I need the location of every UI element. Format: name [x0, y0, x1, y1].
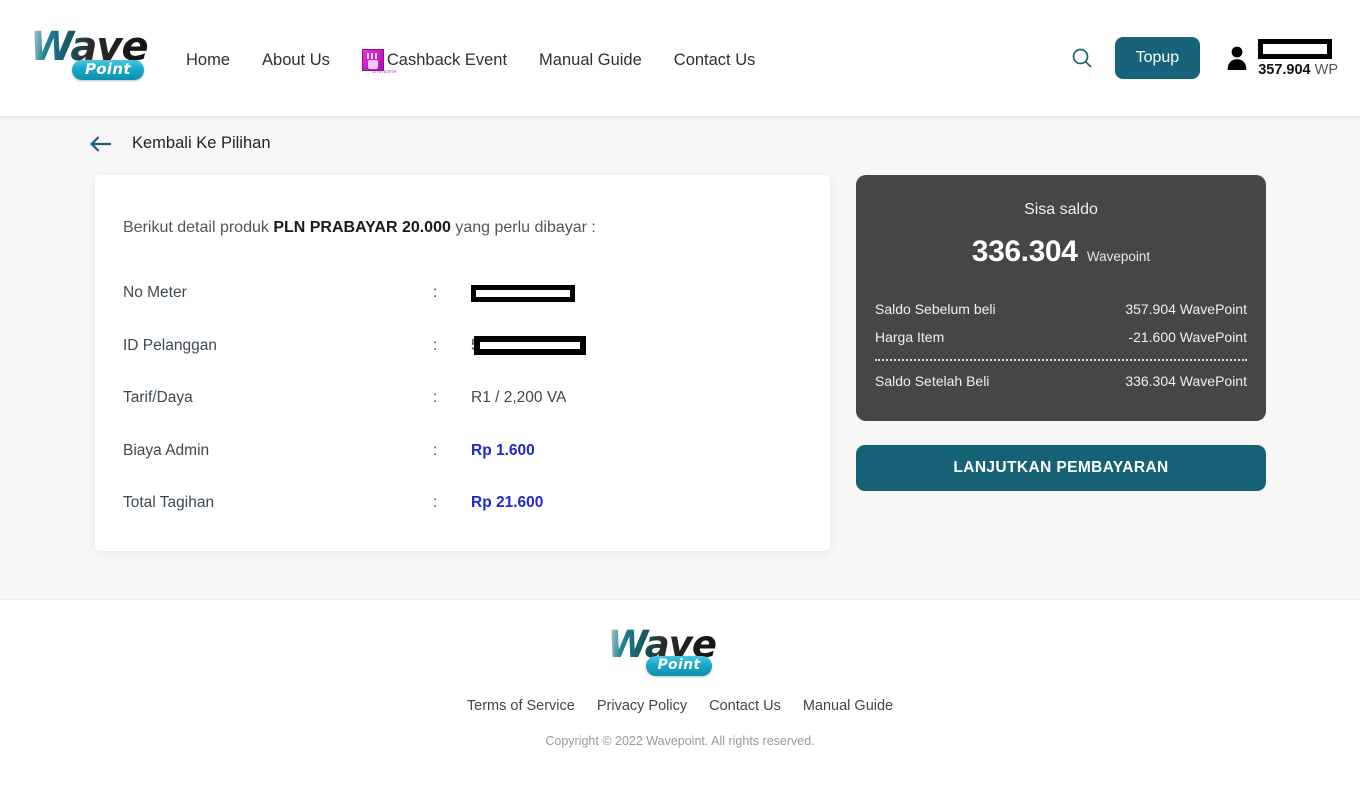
detail-value: Rp 1.600: [471, 441, 535, 459]
saldo-amount: 336.304: [971, 235, 1078, 268]
footer-logo[interactable]: Wave Point: [608, 626, 717, 682]
saldo-unit: Wavepoint: [1086, 249, 1151, 264]
detail-value: R1 / 2,200 VA: [471, 389, 567, 407]
product-detail-card: Berikut detail produk PLN PRABAYAR 20.00…: [95, 175, 830, 551]
saldo-row-value: -21.600 WavePoint: [1128, 329, 1247, 345]
detail-value: [471, 284, 575, 302]
summary-column: Sisa saldo 336.304 Wavepoint Saldo Sebel…: [856, 175, 1266, 551]
cashback-gif-icon: [361, 49, 384, 71]
detail-intro-suffix: yang perlu dibayar :: [450, 219, 596, 236]
footer-links: Terms of Service Privacy Policy Contact …: [467, 698, 893, 714]
logo-point-badge: Point: [72, 60, 144, 80]
footer-link-terms-of-service[interactable]: Terms of Service: [467, 698, 575, 714]
id-pelanggan-redaction-bar: [473, 336, 586, 356]
copyright-text: Copyright © 2022 Wavepoint. All rights r…: [545, 734, 815, 748]
saldo-row-label: Harga Item: [875, 329, 945, 345]
nav-label: Cashback Event: [386, 50, 508, 69]
continue-payment-button[interactable]: LANJUTKAN PEMBAYARAN: [856, 445, 1266, 491]
saldo-dotted-divider: [875, 359, 1247, 361]
nav-item-manual-guide[interactable]: Manual Guide: [539, 51, 642, 70]
main-content: Kembali Ke Pilihan Berikut detail produk…: [0, 116, 1360, 599]
footer-link-privacy-policy[interactable]: Privacy Policy: [597, 698, 687, 714]
header-actions: Topup 357.904 WP: [1063, 37, 1360, 79]
detail-row-no-meter: No Meter :: [123, 267, 830, 320]
detail-colon: :: [433, 389, 438, 407]
saldo-title: Sisa saldo: [1024, 201, 1098, 218]
detail-key: Tarif/Daya: [123, 389, 193, 407]
search-icon: [1072, 48, 1091, 68]
logo-point-badge: Point: [645, 656, 713, 676]
remaining-balance-card: Sisa saldo 336.304 Wavepoint Saldo Sebel…: [856, 175, 1266, 421]
header-balance-amount: 357.904: [1258, 61, 1311, 78]
back-to-selection-link[interactable]: Kembali Ke Pilihan: [0, 116, 271, 153]
nav-label: About Us: [262, 50, 330, 69]
detail-row-id-pelanggan: ID Pelanggan : 5: [123, 320, 830, 373]
saldo-amount-row: 336.304 Wavepoint: [875, 235, 1247, 269]
detail-product-name: PLN PRABAYAR 20.000: [273, 219, 451, 236]
main-navigation: Home About Us Cashback Event Manual Guid…: [186, 0, 1063, 116]
detail-row-tarif-daya: Tarif/Daya : R1 / 2,200 VA: [123, 372, 830, 425]
detail-value: Rp 21.600: [471, 494, 544, 512]
detail-intro-text: Berikut detail produk PLN PRABAYAR 20.00…: [123, 219, 830, 237]
site-logo[interactable]: Wave Point: [30, 27, 149, 89]
topup-button[interactable]: Topup: [1114, 37, 1201, 79]
detail-row-biaya-admin: Biaya Admin : Rp 1.600: [123, 425, 830, 478]
arrow-left-icon: [90, 135, 112, 151]
saldo-row-before: Saldo Sebelum beli 357.904 WavePoint: [875, 295, 1247, 323]
saldo-row-after: Saldo Setelah Beli 336.304 WavePoint: [875, 367, 1247, 395]
detail-key: Biaya Admin: [123, 441, 210, 459]
content-columns: Berikut detail produk PLN PRABAYAR 20.00…: [0, 153, 1360, 551]
person-icon: [1227, 46, 1247, 70]
saldo-row-value: 357.904 WavePoint: [1125, 301, 1247, 317]
account-details: 357.904 WP: [1258, 38, 1338, 78]
saldo-row-item-price: Harga Item -21.600 WavePoint: [875, 323, 1247, 351]
username-redaction-bar: [1258, 38, 1333, 59]
detail-key: No Meter: [123, 284, 187, 302]
cashback-icon-caption: unetuone: [372, 69, 397, 75]
nav-item-cashback-event[interactable]: Cashback Event: [361, 49, 508, 71]
detail-colon: :: [433, 336, 438, 354]
saldo-row-label: Saldo Setelah Beli: [875, 373, 990, 389]
detail-value: 5: [471, 336, 586, 356]
detail-colon: :: [433, 441, 438, 459]
footer-link-contact-us[interactable]: Contact Us: [709, 698, 781, 714]
saldo-row-label: Saldo Sebelum beli: [875, 301, 996, 317]
site-footer: Wave Point Terms of Service Privacy Poli…: [0, 599, 1360, 794]
search-button[interactable]: [1063, 39, 1101, 77]
no-meter-redaction-bar: [471, 284, 575, 302]
detail-key: ID Pelanggan: [123, 336, 217, 354]
detail-colon: :: [433, 494, 438, 512]
detail-row-total-tagihan: Total Tagihan : Rp 21.600: [123, 477, 830, 530]
nav-label: Home: [186, 50, 231, 69]
nav-item-about-us[interactable]: About Us: [262, 51, 330, 70]
account-menu[interactable]: 357.904 WP: [1226, 38, 1338, 78]
detail-key: Total Tagihan: [123, 494, 215, 512]
header-balance: 357.904 WP: [1258, 62, 1338, 78]
detail-intro-prefix: Berikut detail produk: [123, 219, 274, 236]
footer-link-manual-guide[interactable]: Manual Guide: [803, 698, 893, 714]
nav-item-contact-us[interactable]: Contact Us: [674, 51, 756, 70]
header-balance-unit: WP: [1314, 61, 1338, 78]
site-header: Wave Point Home About Us Cashback Event …: [0, 0, 1360, 116]
nav-label: Manual Guide: [539, 50, 642, 69]
nav-label: Contact Us: [673, 50, 756, 69]
saldo-row-value: 336.304 WavePoint: [1125, 373, 1247, 389]
nav-item-home[interactable]: Home: [186, 51, 230, 70]
back-label: Kembali Ke Pilihan: [132, 134, 271, 152]
detail-colon: :: [433, 284, 438, 302]
